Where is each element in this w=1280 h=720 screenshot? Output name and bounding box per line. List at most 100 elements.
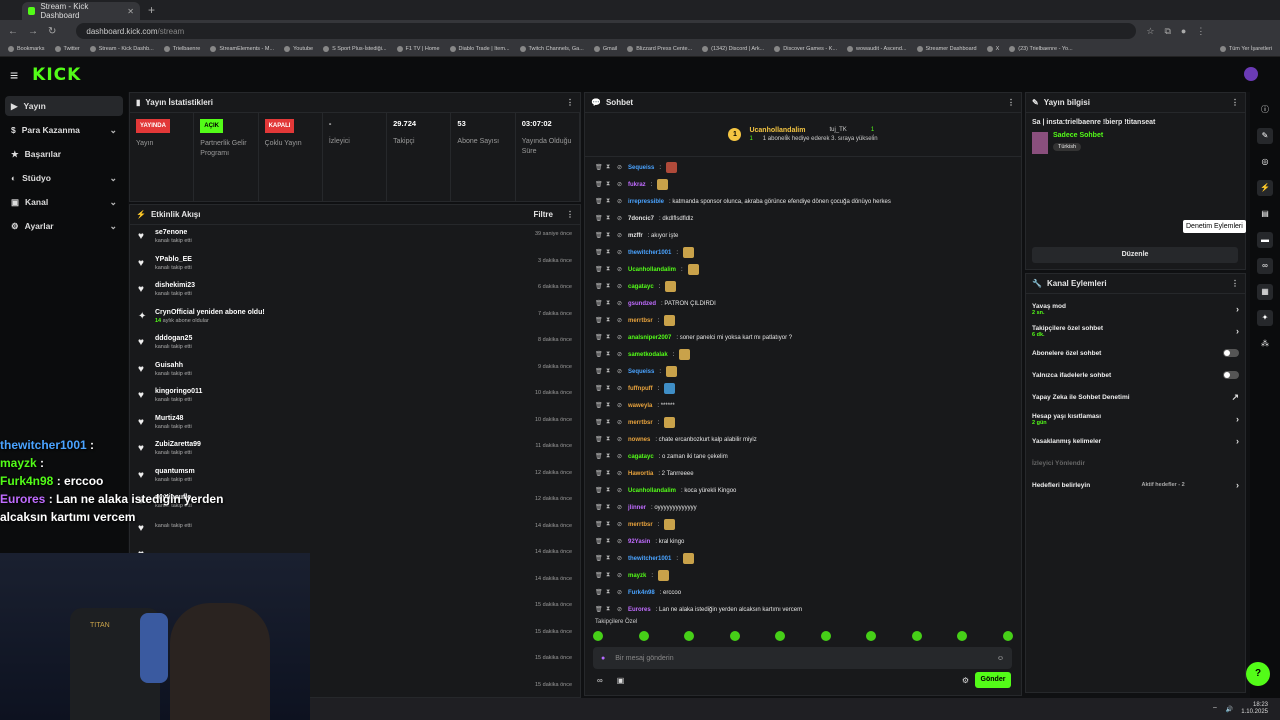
chat-username[interactable]: Ucanhollandalim (628, 267, 676, 273)
help-button[interactable]: ? (1246, 662, 1270, 686)
channel-action-row[interactable]: Hedefleri belirleyin Aktif hedefler - 2 › (1026, 474, 1245, 496)
ban-icon[interactable]: ⊘ (617, 606, 623, 613)
bookmark-item[interactable]: wowaudit - Ascend... (847, 46, 907, 52)
profile-icon[interactable]: ● (1181, 26, 1186, 36)
ban-icon[interactable]: ⊘ (617, 215, 623, 222)
sidebar-item-0[interactable]: ▶ Yayın (5, 96, 123, 116)
avatar[interactable] (1244, 67, 1258, 81)
ban-icon[interactable]: ⊘ (617, 266, 623, 273)
ban-icon[interactable]: ⊘ (617, 351, 623, 358)
ban-icon[interactable]: ⊘ (617, 521, 623, 528)
timeout-icon[interactable]: ⧗ (606, 487, 612, 494)
bookmark-item[interactable]: StreamElements - M... (210, 46, 274, 52)
bookmark-item[interactable]: Trielbaenre (163, 46, 200, 52)
timeout-icon[interactable]: ⧗ (606, 198, 612, 205)
bookmark-item[interactable]: X (986, 46, 999, 52)
more-icon[interactable]: ⋮ (1231, 98, 1239, 107)
ban-icon[interactable]: ⊘ (617, 232, 623, 239)
bookmark-item[interactable]: (1342) Discord | Ark... (702, 46, 764, 52)
ban-icon[interactable]: ⊘ (617, 317, 623, 324)
delete-icon[interactable]: 🗑 (595, 470, 603, 477)
wrench-icon[interactable]: ✦ (1257, 310, 1273, 326)
timeout-icon[interactable]: ⧗ (606, 470, 612, 477)
delete-icon[interactable]: 🗑 (595, 215, 603, 222)
timeout-icon[interactable]: ⧗ (606, 521, 612, 528)
bookmark-item[interactable]: Twitch Channels, Ga... (519, 46, 584, 52)
more-icon[interactable]: ⋮ (566, 98, 574, 107)
close-tab-icon[interactable]: ✕ (127, 7, 134, 16)
delete-icon[interactable]: 🗑 (595, 249, 603, 256)
browser-tab[interactable]: Stream - Kick Dashboard ✕ (22, 2, 140, 20)
bookmark-item[interactable]: Stream - Kick Dashb... (89, 46, 154, 52)
chevron-right-icon[interactable]: › (1236, 304, 1239, 314)
chat-username[interactable]: merrtbsr (628, 522, 653, 528)
chat-username[interactable]: 92Yasin (628, 539, 650, 545)
delete-icon[interactable]: 🗑 (595, 572, 603, 579)
browser-menu-icon[interactable]: ⋮ (1196, 26, 1205, 37)
ban-icon[interactable]: ⊘ (617, 538, 623, 545)
timeout-icon[interactable]: ⧗ (606, 453, 612, 460)
bookmark-item[interactable]: S Sport Plus-İstediği... (323, 46, 387, 52)
ban-icon[interactable]: ⊘ (617, 419, 623, 426)
timeout-icon[interactable]: ⧗ (606, 606, 612, 613)
reload-icon[interactable]: ↻ (48, 26, 56, 37)
external-link-icon[interactable]: ↗ (1231, 392, 1239, 403)
delete-icon[interactable]: 🗑 (595, 181, 603, 188)
ban-icon[interactable]: ⊘ (617, 487, 623, 494)
delete-icon[interactable]: 🗑 (595, 198, 603, 205)
category-name[interactable]: Sadece Sohbet (1053, 132, 1103, 139)
ban-icon[interactable]: ⊘ (617, 368, 623, 375)
timeout-icon[interactable]: ⧗ (606, 368, 612, 375)
top-gifter-name[interactable]: Ucanhollandalim (749, 127, 805, 134)
activity-user[interactable]: CrynOfficial yeniden abone oldu! (155, 309, 265, 316)
delete-icon[interactable]: 🗑 (595, 504, 603, 511)
chevron-right-icon[interactable]: › (1236, 326, 1239, 336)
timeout-icon[interactable]: ⧗ (606, 249, 612, 256)
bookmark-item[interactable]: (23) Trielbaenre - Yo... (1009, 46, 1073, 52)
pencil-icon[interactable]: ✎ (1257, 128, 1273, 144)
channel-action-row[interactable]: Takipçilere özel sohbet 6 dk. › (1026, 320, 1245, 342)
delete-icon[interactable]: 🗑 (595, 521, 603, 528)
timeout-icon[interactable]: ⧗ (606, 266, 612, 273)
settings-icon[interactable]: ⚙ (962, 676, 969, 685)
mic-icon[interactable]: ● (601, 655, 605, 662)
chevron-down-icon[interactable]: ⌄ (109, 221, 117, 232)
chat-username[interactable]: cagatayc (628, 454, 654, 460)
chat-icon[interactable]: ▬ (1257, 232, 1273, 248)
chat-username[interactable]: thewitcher1001 (628, 250, 671, 256)
timeout-icon[interactable]: ⧗ (606, 283, 612, 290)
ban-icon[interactable]: ⊘ (617, 181, 623, 188)
chat-username[interactable]: analsniper2007 (628, 335, 671, 341)
link-icon[interactable]: ∞ (1257, 258, 1273, 274)
toggle-switch[interactable] (1223, 349, 1239, 357)
kick-logo[interactable]: KICK (32, 65, 81, 85)
emote-icon[interactable] (729, 631, 740, 641)
forward-icon[interactable]: → (28, 26, 38, 37)
bookmark-item[interactable]: Youtube (284, 46, 313, 52)
timeout-icon[interactable]: ⧗ (606, 181, 612, 188)
delete-icon[interactable]: 🗑 (595, 589, 603, 596)
ban-icon[interactable]: ⊘ (617, 589, 623, 596)
all-bookmarks[interactable]: Tüm Yer İşaretleri (1219, 46, 1272, 52)
delete-icon[interactable]: 🗑 (595, 300, 603, 307)
bookmark-item[interactable]: Bookmarks (8, 46, 45, 52)
delete-icon[interactable]: 🗑 (595, 555, 603, 562)
emote-icon[interactable] (638, 631, 649, 641)
delete-icon[interactable]: 🗑 (595, 368, 603, 375)
ban-icon[interactable]: ⊘ (617, 504, 623, 511)
delete-icon[interactable]: 🗑 (595, 164, 603, 171)
wifi-icon[interactable]: ⌔ (1212, 705, 1218, 713)
bookmark-item[interactable]: Streamer Dashboard (916, 46, 977, 52)
delete-icon[interactable]: 🗑 (595, 419, 603, 426)
new-tab-icon[interactable]: + (148, 3, 155, 17)
bookmark-item[interactable]: Gmail (593, 46, 617, 52)
chat-username[interactable]: fukraz (628, 182, 646, 188)
filter-button[interactable]: Filtre (533, 210, 553, 219)
bolt-icon[interactable]: ⚡ (1257, 180, 1273, 196)
timeout-icon[interactable]: ⧗ (606, 436, 612, 443)
target-icon[interactable]: ◎ (1257, 154, 1273, 170)
ban-icon[interactable]: ⊘ (617, 164, 623, 171)
emote-icon[interactable] (1002, 631, 1013, 641)
activity-user[interactable]: YPablo_EE (155, 256, 192, 263)
timeout-icon[interactable]: ⧗ (606, 351, 612, 358)
